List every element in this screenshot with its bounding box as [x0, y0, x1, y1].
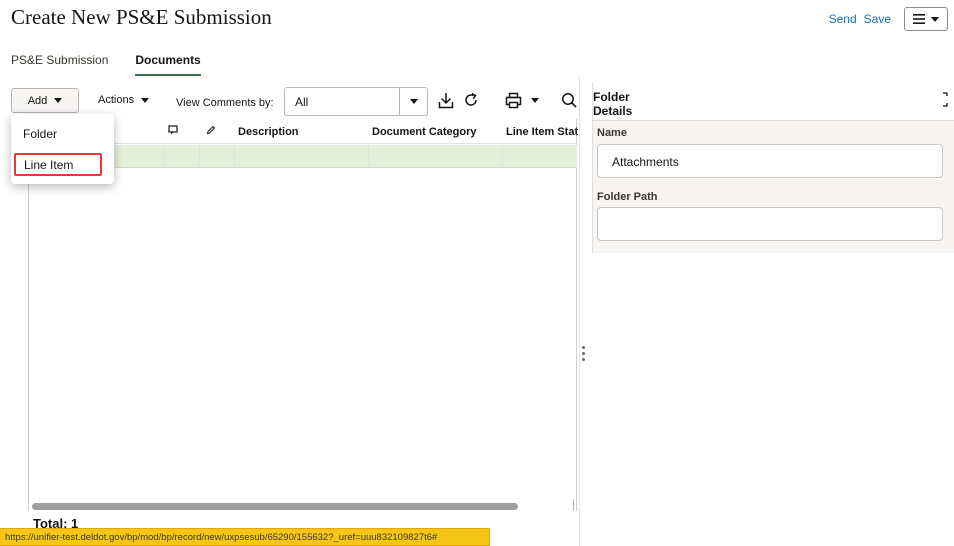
save-button[interactable]: Save: [864, 12, 891, 26]
view-comments-select[interactable]: All: [284, 87, 428, 116]
download-icon[interactable]: [438, 92, 454, 109]
tab-pse-submission[interactable]: PS&E Submission: [11, 51, 108, 77]
column-divider: [164, 145, 165, 168]
send-button[interactable]: Send: [829, 12, 857, 26]
name-label: Name: [597, 127, 627, 139]
comment-icon: [168, 125, 178, 135]
drag-handle-icon[interactable]: [582, 346, 586, 361]
horizontal-scrollbar[interactable]: [28, 502, 574, 511]
column-header-line-item-status[interactable]: Line Item Stat: [506, 126, 578, 138]
refresh-icon[interactable]: [463, 92, 479, 108]
menu-item-folder[interactable]: Folder: [23, 127, 57, 141]
menu-button[interactable]: [904, 7, 948, 31]
actions-label: Actions: [98, 94, 135, 106]
page-title: Create New PS&E Submission: [11, 5, 272, 29]
add-button[interactable]: Add: [11, 88, 79, 113]
status-bar-url: https://unifier-test.deldot.gov/bp/mod/b…: [0, 528, 490, 546]
edit-icon: [206, 125, 216, 135]
scrollbar-end: [573, 499, 574, 511]
print-icon[interactable]: [505, 92, 522, 109]
column-divider: [199, 145, 200, 168]
caret-down-icon: [141, 97, 150, 103]
add-button-label: Add: [27, 94, 48, 107]
actions-menu[interactable]: Actions: [98, 94, 150, 106]
caret-down-icon: [54, 98, 63, 103]
tab-bar: PS&E Submission Documents: [11, 51, 228, 77]
view-comments-value: All: [295, 94, 309, 109]
hamburger-icon: [913, 14, 925, 24]
folder-details-panel: Folder Details Name Attachments Folder P…: [592, 82, 954, 253]
folder-path-field[interactable]: [597, 207, 943, 241]
expand-icon[interactable]: [942, 92, 948, 107]
menu-item-line-item[interactable]: Line Item: [14, 153, 102, 176]
header-actions: Send Save: [829, 7, 948, 31]
column-divider: [368, 145, 369, 168]
column-divider: [502, 145, 503, 168]
tab-documents[interactable]: Documents: [135, 51, 201, 76]
select-caret: [400, 99, 427, 104]
caret-down-icon[interactable]: [531, 98, 539, 103]
caret-down-icon: [931, 16, 939, 22]
panel-splitter[interactable]: [579, 77, 580, 546]
caret-down-icon: [409, 99, 418, 104]
documents-toolbar: Add Actions View Comments by: All: [11, 87, 579, 116]
scrollbar-thumb[interactable]: [32, 503, 518, 510]
search-icon[interactable]: [561, 92, 577, 109]
column-divider: [234, 145, 235, 168]
folder-details-form: Name Attachments Folder Path: [593, 120, 954, 253]
add-dropdown-menu: Folder Line Item: [11, 114, 114, 184]
view-comments-label: View Comments by:: [176, 97, 274, 109]
folder-path-label: Folder Path: [597, 191, 658, 203]
column-header-document-category[interactable]: Document Category: [372, 126, 477, 138]
column-header-description[interactable]: Description: [238, 126, 299, 138]
name-field[interactable]: Attachments: [597, 144, 943, 178]
